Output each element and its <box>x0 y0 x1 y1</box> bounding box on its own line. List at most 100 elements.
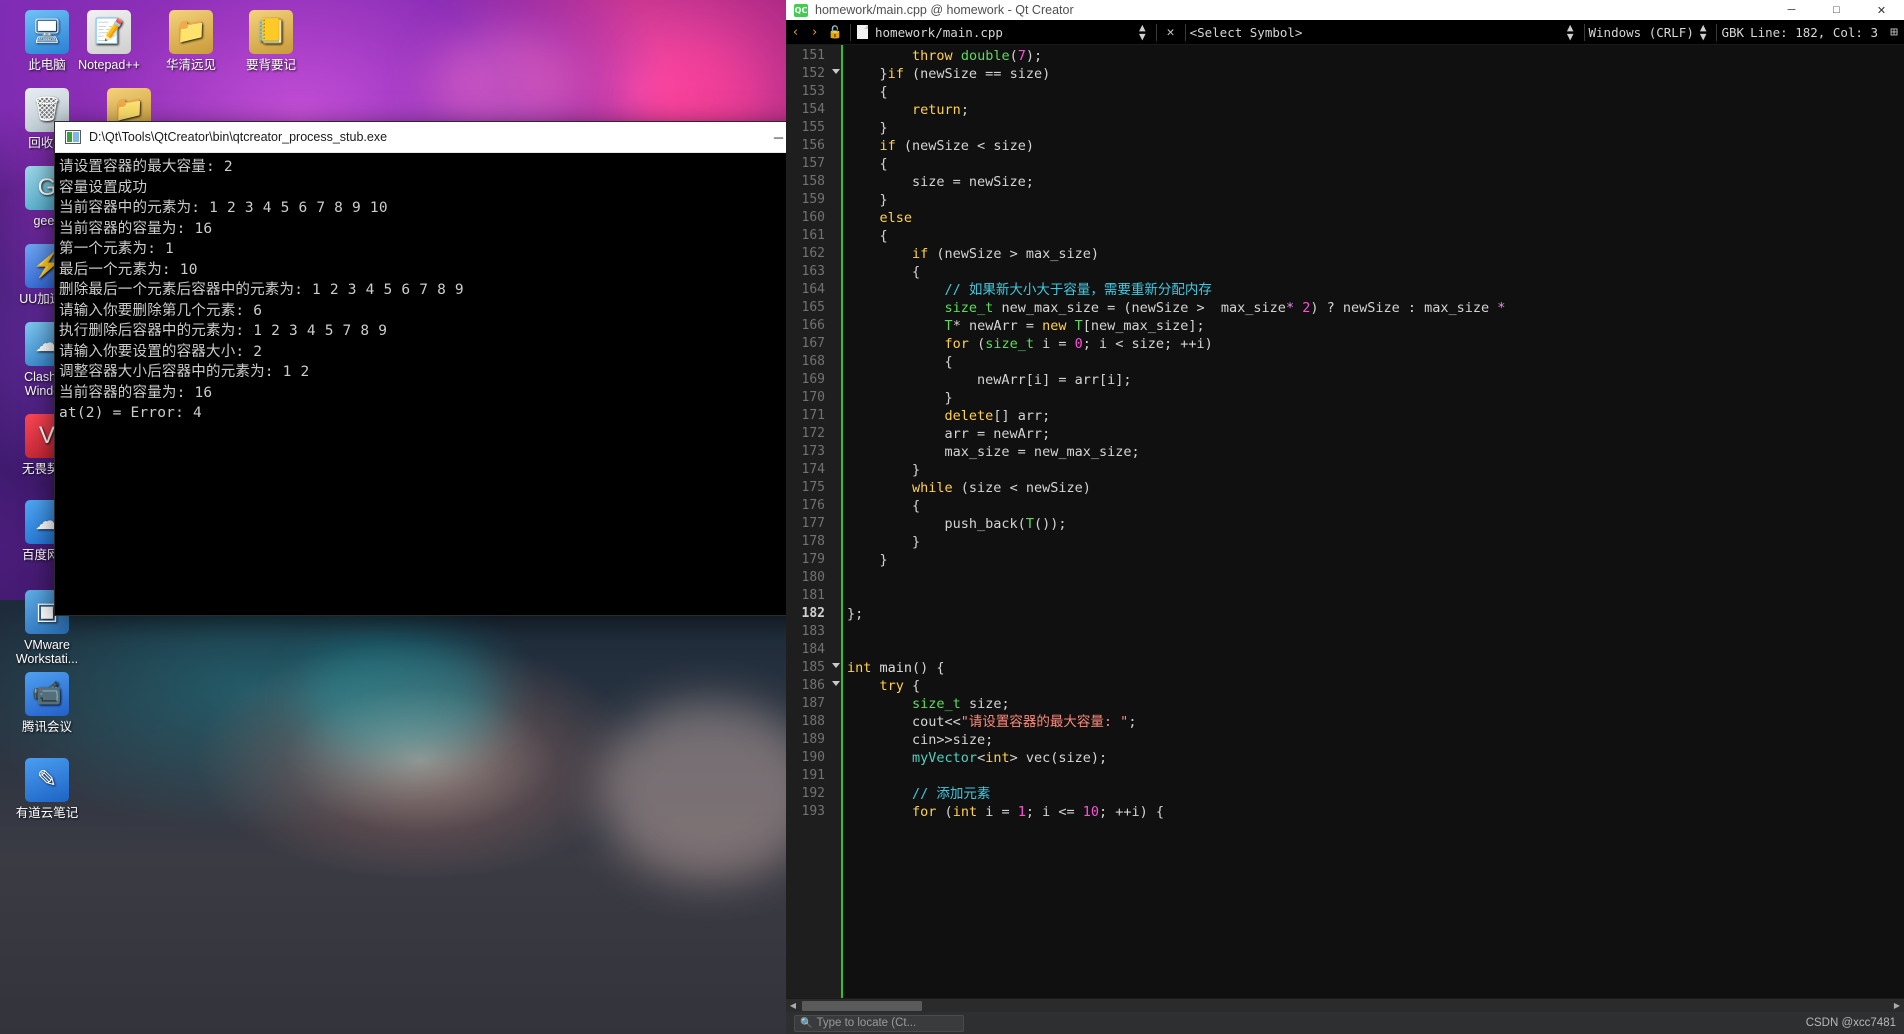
qt-close-button[interactable]: ✕ <box>1859 0 1904 20</box>
console-window[interactable]: D:\Qt\Tools\QtCreator\bin\qtcreator_proc… <box>55 122 896 615</box>
code-token: } <box>847 534 921 550</box>
desktop-icon-label: 腾讯会议 <box>21 720 72 734</box>
close-file-button[interactable]: ✕ <box>1161 25 1181 40</box>
line-number: 160 <box>801 210 825 225</box>
code-token: () { <box>912 660 945 676</box>
encoding-combo[interactable]: GBK <box>1721 25 1744 40</box>
editor-toolbar[interactable]: ‹ › 🔓 homework/main.cpp ▲ ▼ ✕ <Select Sym… <box>786 20 1904 45</box>
locator-input[interactable]: 🔍 Type to locate (Ct... <box>794 1014 964 1032</box>
file-icon <box>857 25 868 39</box>
line-ending-chevron-icon[interactable]: ▲ ▼ <box>1700 22 1707 42</box>
line-number: 157 <box>801 156 825 171</box>
desktop-icon-华清远见[interactable]: 📁 华清远见 <box>148 10 234 72</box>
symbol-selector-combo[interactable]: <Select Symbol> <box>1190 25 1303 40</box>
code-token: size_t <box>985 336 1034 352</box>
navigate-back-button[interactable]: ‹ <box>786 25 805 40</box>
code-line: T* newArr = new T[new_max_size]; <box>847 317 1904 335</box>
toolbar-separator <box>1716 23 1718 41</box>
line-number: 179 <box>801 552 825 567</box>
desktop-icon-Notepad++[interactable]: 📝 Notepad++ <box>66 10 152 72</box>
line-number: 153 <box>801 84 825 99</box>
code-line: } <box>847 533 1904 551</box>
fold-arrow-icon[interactable] <box>832 69 840 74</box>
desktop-icon-腾讯会议[interactable]: 📹 腾讯会议 <box>4 672 90 734</box>
line-number: 162 <box>801 246 825 261</box>
code-token: { <box>903 678 921 694</box>
code-token: return <box>912 102 961 118</box>
code-token: for <box>944 336 969 352</box>
line-number: 186 <box>786 677 843 695</box>
code-line: { <box>847 353 1904 371</box>
line-number: 151 <box>801 48 825 63</box>
line-number: 193 <box>801 804 825 819</box>
editor-horizontal-scrollbar[interactable]: ◀ ▶ <box>786 998 1904 1012</box>
unlock-icon[interactable]: 🔓 <box>824 25 846 39</box>
file-combo-chevron-icon[interactable]: ▲ ▼ <box>1139 22 1146 42</box>
code-line: size_t size; <box>847 695 1904 713</box>
code-line: int main() { <box>847 659 1904 677</box>
toolbar-separator <box>850 23 851 41</box>
toolbar-separator <box>1155 23 1157 41</box>
desktop-icon-要背要记[interactable]: 📒 要背要记 <box>228 10 314 72</box>
qt-minimize-button[interactable]: ─ <box>1769 0 1814 20</box>
code-token: > vec(size); <box>1009 750 1108 766</box>
code-line: try { <box>847 677 1904 695</box>
code-editor-area[interactable]: 151 152 153 154 155 156 157 158 159 160 161 162 163 1… <box>786 45 1904 998</box>
code-line: } <box>847 389 1904 407</box>
line-number: 176 <box>801 498 825 513</box>
open-file-combo[interactable]: homework/main.cpp <box>875 25 1003 40</box>
qt-creator-window[interactable]: QC homework/main.cpp @ homework - Qt Cre… <box>786 0 1904 1034</box>
line-number: 163 <box>801 264 825 279</box>
line-number: 183 <box>801 624 825 639</box>
code-token: } <box>847 390 953 406</box>
console-titlebar[interactable]: D:\Qt\Tools\QtCreator\bin\qtcreator_proc… <box>55 122 896 153</box>
line-number-gutter: 151 152 153 154 155 156 157 158 159 160 161 162 163 1… <box>786 45 843 998</box>
desktop-icon-label: 要背要记 <box>245 58 296 72</box>
line-number: 154 <box>801 102 825 117</box>
line-number: 170 <box>801 390 825 405</box>
console-output-area[interactable]: 请设置容器的最大容量: 2 容量设置成功 当前容器中的元素为: 1 2 3 4 … <box>55 153 896 615</box>
qt-titlebar[interactable]: QC homework/main.cpp @ homework - Qt Cre… <box>786 0 1904 20</box>
split-editor-button[interactable]: ⊞ <box>1884 25 1904 40</box>
desktop-icon-有道云笔记[interactable]: ✎ 有道云笔记 <box>4 758 90 820</box>
line-ending-combo[interactable]: Windows (CRLF) <box>1589 25 1694 40</box>
line-number: 188 <box>801 714 825 729</box>
line-number: 181 <box>801 588 825 603</box>
hscroll-left-button[interactable]: ◀ <box>786 999 800 1013</box>
code-line: if (newSize > max_size) <box>847 245 1904 263</box>
qt-statusbar[interactable]: 🔍 Type to locate (Ct... CSDN @xcc7481 <box>786 1012 1904 1034</box>
line-number: 155 <box>801 120 825 135</box>
line-number: 158 <box>801 174 825 189</box>
line-number: 177 <box>801 516 825 531</box>
code-line: } <box>847 191 1904 209</box>
navigate-forward-button[interactable]: › <box>805 25 824 40</box>
symbol-combo-chevron-icon[interactable]: ▲ ▼ <box>1567 22 1574 42</box>
fold-arrow-icon[interactable] <box>832 663 840 668</box>
folder-icon: 📁 <box>169 10 213 54</box>
code-line: max_size = new_max_size; <box>847 443 1904 461</box>
code-token: < <box>977 750 986 766</box>
code-line: { <box>847 497 1904 515</box>
hscroll-right-button[interactable]: ▶ <box>1890 999 1904 1013</box>
code-token: { <box>847 228 888 244</box>
code-line: while (size < newSize) <box>847 479 1904 497</box>
code-token: new <box>1042 318 1067 334</box>
qt-maximize-button[interactable]: □ <box>1814 0 1859 20</box>
line-number: 171 <box>801 408 825 423</box>
code-token: cin>>size; <box>847 732 994 748</box>
code-token: ; ++i) { <box>1099 804 1165 820</box>
code-text-area[interactable]: throw double(7); }if (newSize == size) {… <box>843 45 1904 998</box>
tencent-meeting-icon: 📹 <box>25 672 69 716</box>
fold-arrow-icon[interactable] <box>832 681 840 686</box>
hscroll-thumb[interactable] <box>802 1001 922 1011</box>
